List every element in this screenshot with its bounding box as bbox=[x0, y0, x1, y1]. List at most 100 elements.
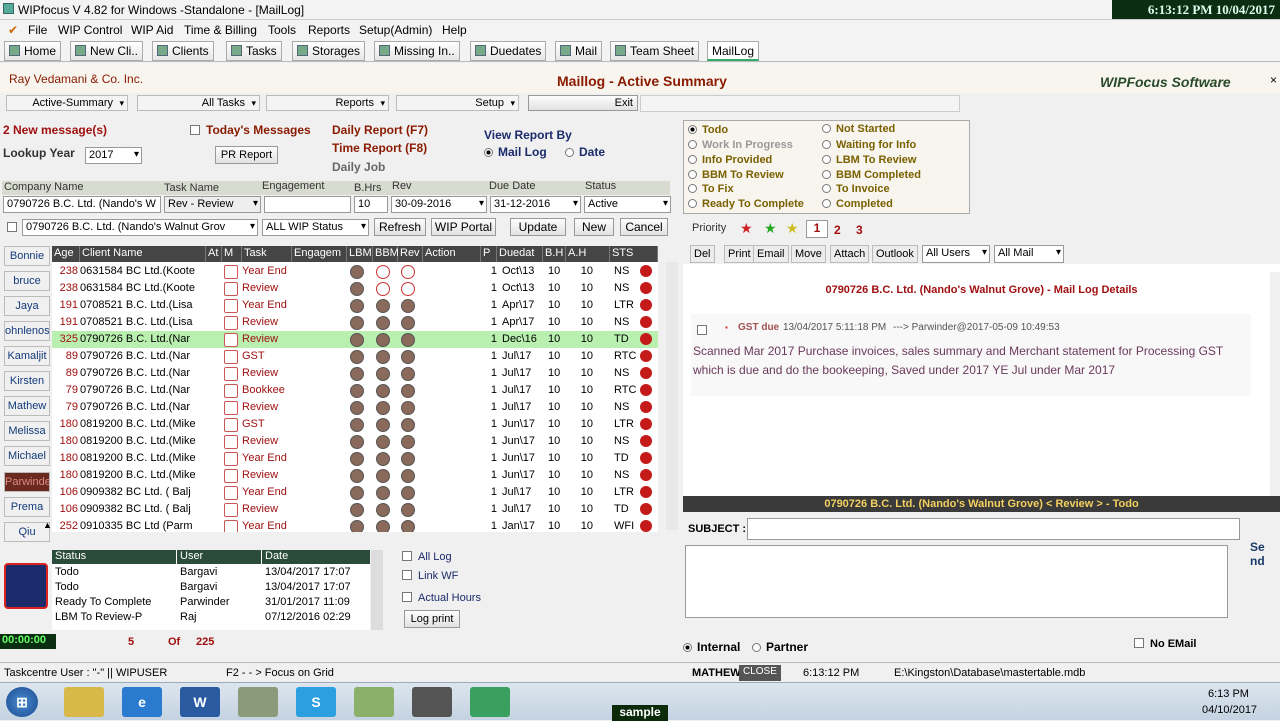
menu-reports[interactable]: Reports bbox=[308, 23, 350, 37]
mail-icon[interactable] bbox=[224, 367, 238, 381]
toolbar-missing-info-button[interactable]: Missing In.. bbox=[374, 41, 460, 61]
mail-icon[interactable] bbox=[224, 333, 238, 347]
wipfocus-taskbar-icon[interactable] bbox=[470, 687, 510, 717]
mail-icon[interactable] bbox=[224, 418, 238, 432]
toolbar-clients-button[interactable]: Clients bbox=[152, 41, 214, 61]
message-body-input[interactable] bbox=[685, 545, 1228, 618]
mail-icon[interactable] bbox=[224, 452, 238, 466]
mail-icon[interactable] bbox=[224, 350, 238, 364]
menu-wip-aid[interactable]: WIP Aid bbox=[131, 23, 173, 37]
rev-date-picker[interactable]: 30-09-2016 bbox=[391, 196, 487, 213]
menu-setup[interactable]: Setup(Admin) bbox=[359, 23, 432, 37]
attach-button[interactable]: Attach bbox=[830, 245, 870, 263]
staff-bonnie[interactable]: Bonnie bbox=[4, 246, 50, 266]
table-row[interactable]: 325 0790726 B.C. Ltd.(Nar Review 1 Dec\16 10 1… bbox=[52, 331, 658, 348]
stop-icon[interactable] bbox=[640, 469, 652, 481]
history-row[interactable]: Ready To Complete Parwinder 31/01/2017 11:… bbox=[52, 595, 370, 610]
table-row[interactable]: 89 0790726 B.C. Ltd.(Nar GST 1 Jul\17 10 10 RTC bbox=[52, 348, 658, 365]
table-row[interactable]: 180 0819200 B.C. Ltd.(Mike Review 1 Jun\17 10… bbox=[52, 467, 658, 484]
internal-radio[interactable]: Internal bbox=[683, 640, 740, 654]
mail-icon[interactable] bbox=[224, 316, 238, 330]
setup-dropdown[interactable]: Setup bbox=[396, 95, 519, 111]
mail-log-radio[interactable]: Mail Log bbox=[484, 145, 547, 159]
status-select[interactable]: Active bbox=[584, 196, 671, 213]
mail-icon[interactable] bbox=[224, 401, 238, 415]
browser-icon[interactable]: e bbox=[122, 687, 162, 717]
toolbar-home-button[interactable]: Home bbox=[4, 41, 62, 61]
status-not-started-radio[interactable]: Not Started bbox=[822, 123, 895, 135]
toolbar-new-client-button[interactable]: New Cli.. bbox=[70, 41, 144, 61]
stop-icon[interactable] bbox=[640, 418, 652, 430]
table-row[interactable]: 89 0790726 B.C. Ltd.(Nar Review 1 Jul\17 10 10… bbox=[52, 365, 658, 382]
wip-portal-button[interactable]: WIP Portal bbox=[431, 218, 496, 236]
history-scrollbar[interactable] bbox=[371, 550, 383, 630]
details-scrollbar[interactable] bbox=[1270, 272, 1280, 496]
no-email-checkbox[interactable]: No EMail bbox=[1134, 638, 1196, 650]
table-row[interactable]: 106 0909382 BC Ltd. ( Balj Review 1 Jul\17 10… bbox=[52, 501, 658, 518]
mail-icon[interactable] bbox=[224, 265, 238, 279]
new-messages-label[interactable]: 2 New message(s) bbox=[3, 123, 107, 137]
reports-dropdown[interactable]: Reports bbox=[266, 95, 389, 111]
col-ah[interactable]: A.H bbox=[566, 246, 610, 262]
history-row[interactable]: Todo Bargavi 13/04/2017 17:07 bbox=[52, 565, 370, 580]
toolbar-duedates-button[interactable]: Duedates bbox=[470, 41, 547, 61]
table-row[interactable]: 238 0631584 BC Ltd.(Koote Review 1 Oct\13 10 1… bbox=[52, 280, 658, 297]
partner-radio[interactable]: Partner bbox=[752, 640, 808, 654]
date-radio[interactable]: Date bbox=[565, 145, 605, 159]
stop-icon[interactable] bbox=[640, 486, 652, 498]
staff-kirsten[interactable]: Kirsten bbox=[4, 371, 50, 391]
tasks-dropdown[interactable]: All Tasks bbox=[137, 95, 260, 111]
toolbar-storages-button[interactable]: Storages bbox=[292, 41, 366, 61]
cancel-button[interactable]: Cancel bbox=[620, 218, 668, 236]
staff-mathew[interactable]: Mathew bbox=[4, 396, 50, 416]
history-col-date[interactable]: Date bbox=[262, 550, 370, 564]
toolbar-tasks-button[interactable]: Tasks bbox=[226, 41, 282, 61]
col-at[interactable]: At bbox=[206, 246, 222, 262]
email-button[interactable]: Email bbox=[753, 245, 789, 263]
del-button[interactable]: Del bbox=[690, 245, 715, 263]
staff-bruce[interactable]: bruce bbox=[4, 271, 50, 291]
stop-icon[interactable] bbox=[640, 350, 652, 362]
col-p[interactable]: P bbox=[481, 246, 497, 262]
word-icon[interactable]: W bbox=[180, 687, 220, 717]
update-button[interactable]: Update bbox=[510, 218, 566, 236]
green-star-icon[interactable]: ★ bbox=[764, 220, 777, 237]
menu-file[interactable]: File bbox=[28, 23, 47, 37]
stop-icon[interactable] bbox=[640, 503, 652, 515]
time-report-link[interactable]: Time Report (F8) bbox=[332, 141, 427, 155]
staff-kamaljit[interactable]: Kamaljit bbox=[4, 346, 50, 366]
priority-page-1[interactable]: 1 bbox=[806, 220, 828, 238]
status-bbm-review-radio[interactable]: BBM To Review bbox=[688, 169, 784, 181]
bhrs-input[interactable]: 10 bbox=[354, 196, 388, 213]
toolbar-team-sheet-button[interactable]: Team Sheet bbox=[610, 41, 700, 61]
pr-report-button[interactable]: PR Report bbox=[215, 146, 278, 164]
status-todo-radio[interactable]: Todo bbox=[688, 124, 728, 136]
close-badge[interactable]: CLOSE bbox=[739, 665, 781, 681]
status-ready-complete-radio[interactable]: Ready To Complete bbox=[688, 198, 804, 210]
history-col-user[interactable]: User bbox=[177, 550, 261, 564]
col-lbm[interactable]: LBM bbox=[347, 246, 373, 262]
col-m[interactable]: M bbox=[222, 246, 242, 262]
due-date-picker[interactable]: 31-12-2016 bbox=[490, 196, 581, 213]
task-name-select[interactable]: Rev - Review bbox=[164, 196, 261, 213]
priority-page-3[interactable]: 3 bbox=[856, 223, 863, 237]
close-panel-icon[interactable]: × bbox=[1270, 73, 1277, 87]
staff-jaya[interactable]: Jaya bbox=[4, 296, 50, 316]
status-info-provided-radio[interactable]: Info Provided bbox=[688, 154, 772, 166]
status-waiting-radio[interactable]: Waiting for Info bbox=[822, 139, 916, 151]
table-row[interactable]: 106 0909382 BC Ltd. ( Balj Year End 1 Jul\17… bbox=[52, 484, 658, 501]
mail-entry[interactable]: ▪ GST due 13/04/2017 5:11:18 PM ---> Par… bbox=[691, 314, 1251, 396]
users-filter-select[interactable]: All Users bbox=[922, 245, 990, 263]
mail-icon[interactable] bbox=[224, 503, 238, 517]
actual-hours-checkbox[interactable]: Actual Hours bbox=[402, 592, 481, 604]
stop-icon[interactable] bbox=[640, 367, 652, 379]
start-button[interactable]: ⊞ bbox=[6, 687, 38, 717]
mail-icon[interactable] bbox=[224, 435, 238, 449]
outlook-button[interactable]: Outlook bbox=[872, 245, 918, 263]
lookup-year-select[interactable]: 2017 bbox=[85, 147, 142, 164]
send-button[interactable]: Send bbox=[1250, 540, 1268, 568]
col-task[interactable]: Task bbox=[242, 246, 292, 262]
menu-help[interactable]: Help bbox=[442, 23, 467, 37]
mail-icon[interactable] bbox=[224, 469, 238, 483]
status-to-invoice-radio[interactable]: To Invoice bbox=[822, 183, 890, 195]
